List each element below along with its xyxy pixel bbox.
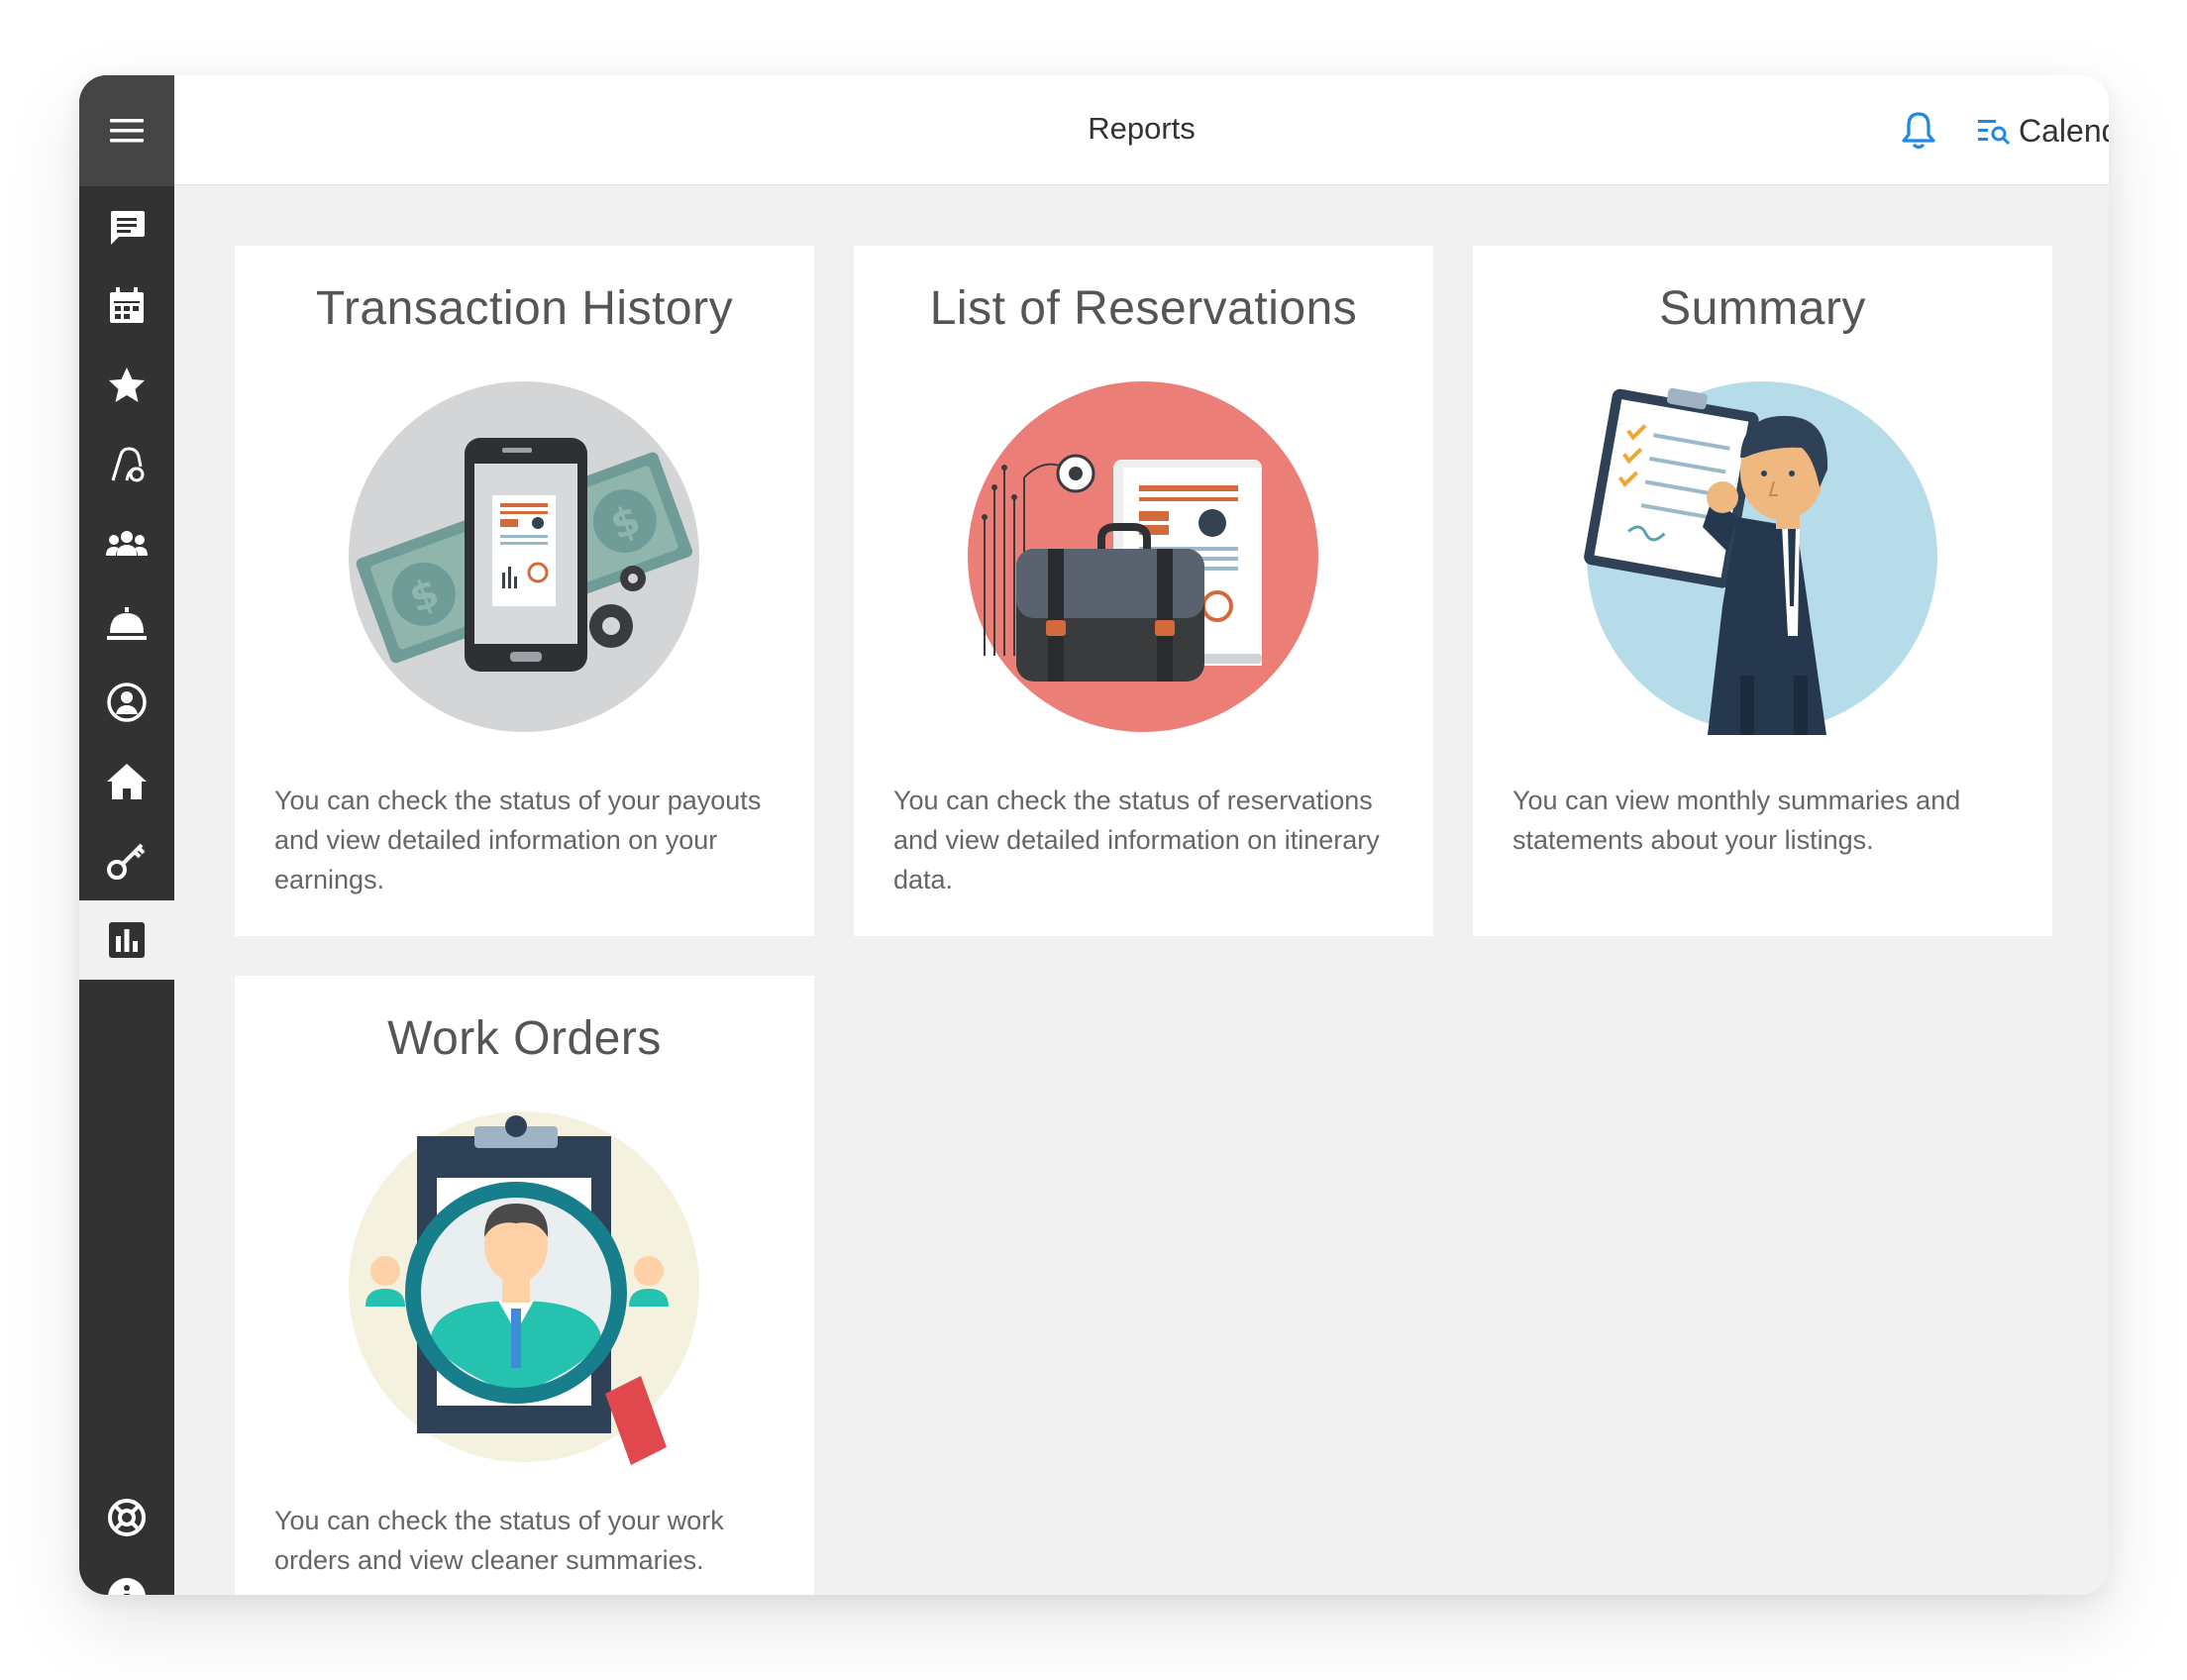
lifebuoy-icon [108,1499,146,1536]
magnifier-person-illustration [349,1111,699,1465]
sidebar-item-account[interactable] [79,663,174,742]
calendar-button[interactable]: Calendar [1977,105,2109,157]
phone-money-illustration: $ $ [349,381,699,732]
report-card-summary[interactable]: Summary You can view monthly summaries a… [1473,246,2052,936]
sidebar-item-cleaning[interactable] [79,425,174,504]
info-icon [108,1578,146,1595]
calendar-search-icon [1978,120,2011,146]
top-bar: Reports Calendar [174,75,2109,185]
sidebar-item-listings[interactable] [79,742,174,821]
sidebar-item-calendar[interactable] [79,266,174,346]
notification-bell-icon[interactable] [1898,109,1939,151]
card-description: You can view monthly summaries and state… [1512,786,1961,855]
sidebar-item-team[interactable] [79,504,174,583]
user-circle-icon [107,682,147,722]
service-bell-icon [107,607,147,640]
sidebar-item-info[interactable] [79,1557,174,1595]
menu-button[interactable] [79,75,174,186]
card-title: Summary [1659,282,1866,335]
bar-chart-icon [109,922,145,958]
message-icon [111,211,145,245]
businessman-clipboard-illustration [1584,381,1937,735]
card-title: Work Orders [387,1012,662,1065]
report-card-work-orders[interactable]: Work Orders You can check the status of … [235,976,814,1595]
key-icon [107,843,146,880]
card-description: You can check the status of your work or… [274,1506,724,1575]
calendar-label: Calendar [2019,112,2109,149]
sidebar-item-reports[interactable] [79,900,174,980]
calendar-icon [110,287,144,323]
report-card-reservations[interactable]: List of Reservations You can check the s… [854,246,1433,936]
star-icon [109,368,145,402]
sidebar [79,75,174,1595]
sidebar-item-help[interactable] [79,1478,174,1557]
briefcase-report-illustration [968,381,1318,732]
page-title: Reports [1088,111,1196,146]
hamburger-icon [110,119,144,143]
report-card-transaction-history[interactable]: Transaction History $ $ You can check th… [235,246,814,936]
home-icon [107,764,147,799]
sidebar-item-reviews[interactable] [79,346,174,425]
card-title: Transaction History [315,282,734,335]
card-description: You can check the status of reservations… [893,786,1380,894]
card-title: List of Reservations [929,282,1358,335]
sidebar-item-services[interactable] [79,583,174,663]
app-window: Reports Calendar Transaction History [79,75,2109,1595]
sidebar-item-messages[interactable] [79,187,174,266]
vacuum-icon [111,447,145,482]
people-icon [106,531,148,556]
sidebar-item-access[interactable] [79,821,174,900]
card-description: You can check the status of your payouts… [274,786,762,894]
